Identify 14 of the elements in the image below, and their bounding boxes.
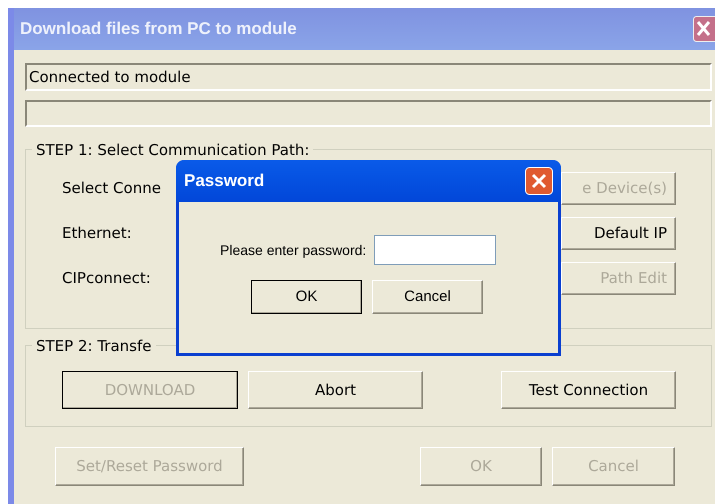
password-field[interactable] bbox=[374, 235, 496, 265]
row-label: Ethernet: bbox=[62, 223, 133, 244]
status-text: Connected to module bbox=[29, 66, 191, 88]
window-title: Download files from PC to module bbox=[20, 18, 297, 40]
dialog-button[interactable]: OK bbox=[251, 280, 362, 314]
action-button[interactable]: Abort bbox=[248, 371, 423, 409]
row-label: Select Conne bbox=[62, 178, 162, 200]
dialog-button[interactable]: Cancel bbox=[372, 280, 483, 314]
action-button[interactable]: Test Connection bbox=[501, 371, 676, 409]
close-icon[interactable] bbox=[693, 16, 715, 42]
dialog-title: Password bbox=[184, 170, 264, 192]
row-label: CIPconnect: bbox=[62, 268, 152, 290]
password-prompt: Please enter password: bbox=[220, 240, 366, 260]
device-button[interactable]: Default IP bbox=[561, 217, 676, 250]
